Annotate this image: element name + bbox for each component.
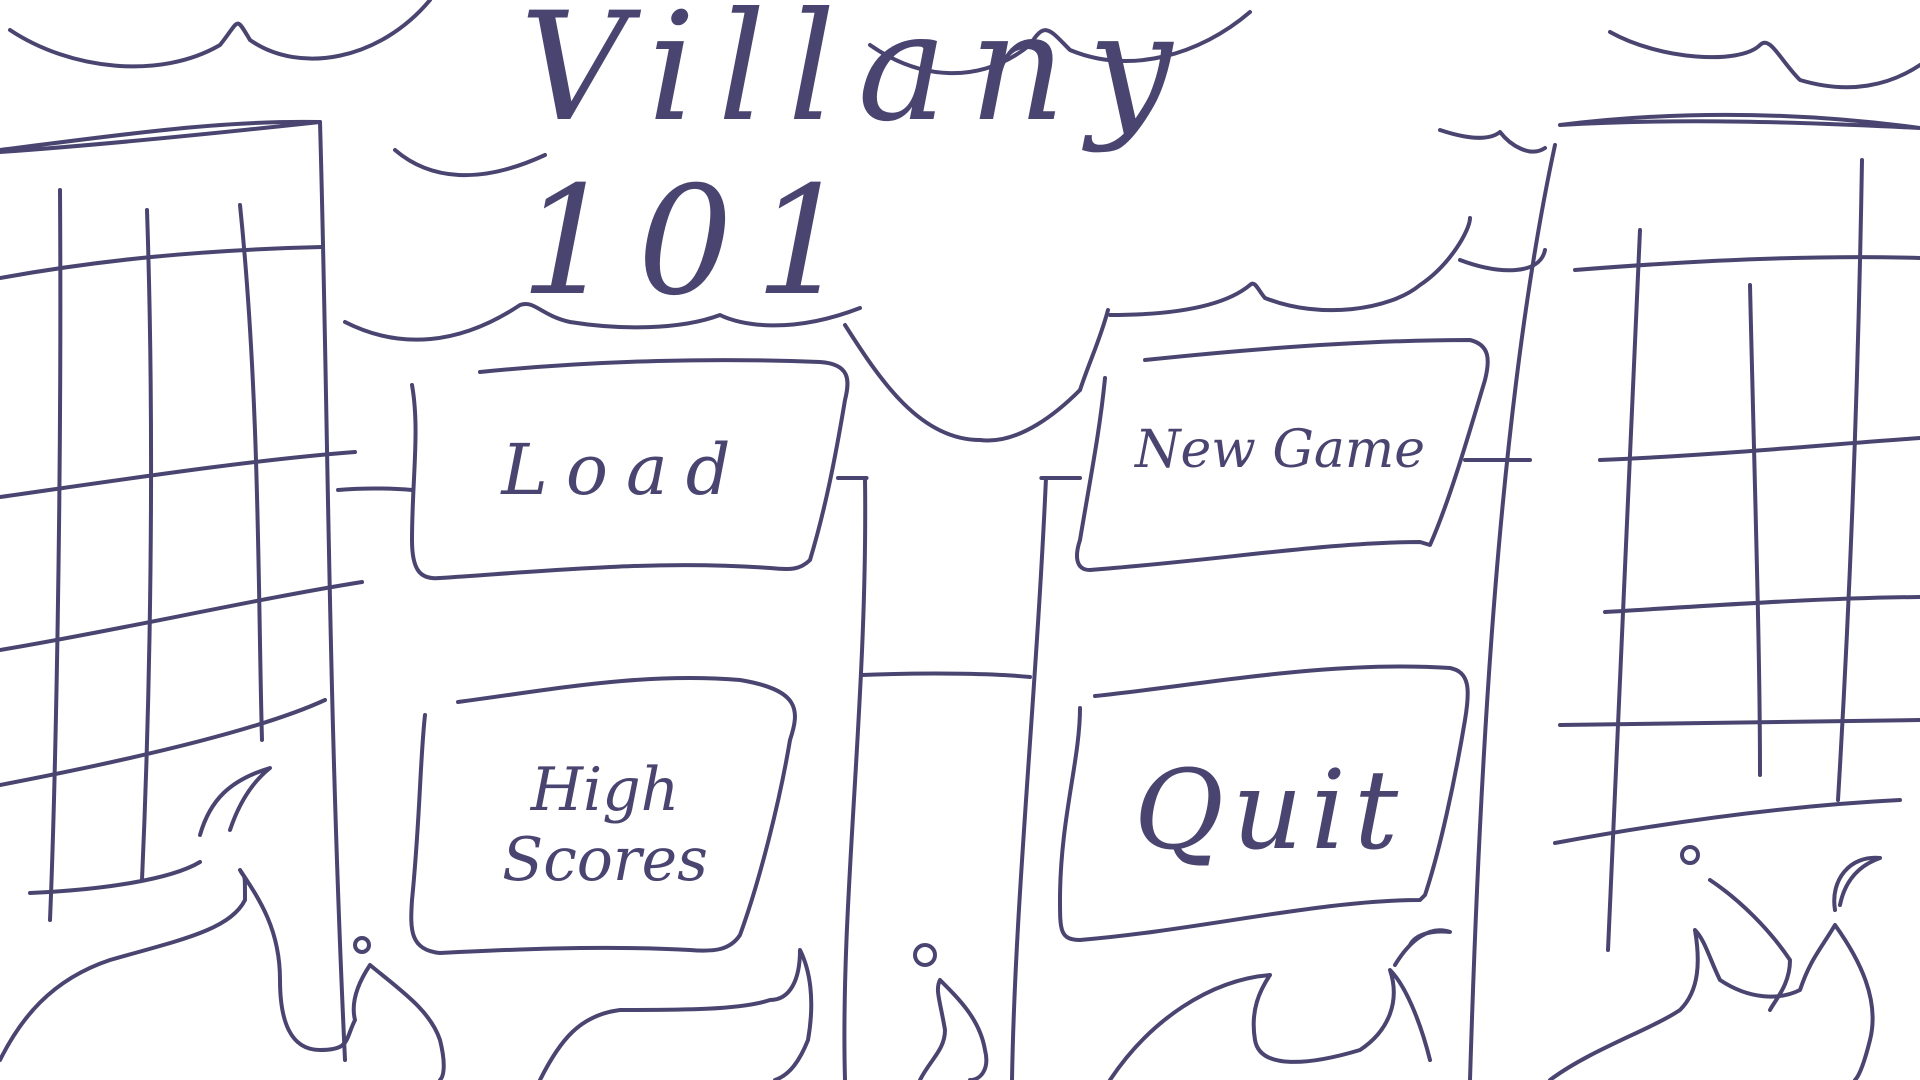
flame-icon — [538, 948, 814, 1080]
ember-icon — [1680, 845, 1700, 865]
flame-icon — [918, 978, 989, 1080]
flame-icon — [1108, 968, 1432, 1080]
flame-icon — [1708, 878, 1792, 1012]
load-button[interactable]: Load — [430, 390, 820, 550]
cloud-icon — [8, 0, 432, 69]
title-screen: Villany 101 Load New Game High Scores Qu… — [0, 0, 1920, 1080]
flame-icon — [198, 766, 272, 837]
ember-icon — [913, 943, 937, 967]
flame-icon — [1548, 923, 1875, 1080]
building-icon — [0, 119, 364, 1062]
flame-icon — [0, 868, 446, 1080]
flame-icon — [1832, 855, 1882, 912]
cloud-icon — [1438, 128, 1547, 154]
flame-icon — [1393, 928, 1452, 967]
game-title: Villany 101 — [520, 0, 1195, 329]
cloud-icon — [1608, 30, 1920, 90]
quit-button[interactable]: Quit — [1085, 705, 1455, 915]
new-game-button[interactable]: New Game — [1100, 370, 1460, 530]
ember-icon — [353, 936, 371, 954]
high-scores-button[interactable]: High Scores — [425, 720, 785, 930]
cloud-icon — [843, 323, 1082, 443]
